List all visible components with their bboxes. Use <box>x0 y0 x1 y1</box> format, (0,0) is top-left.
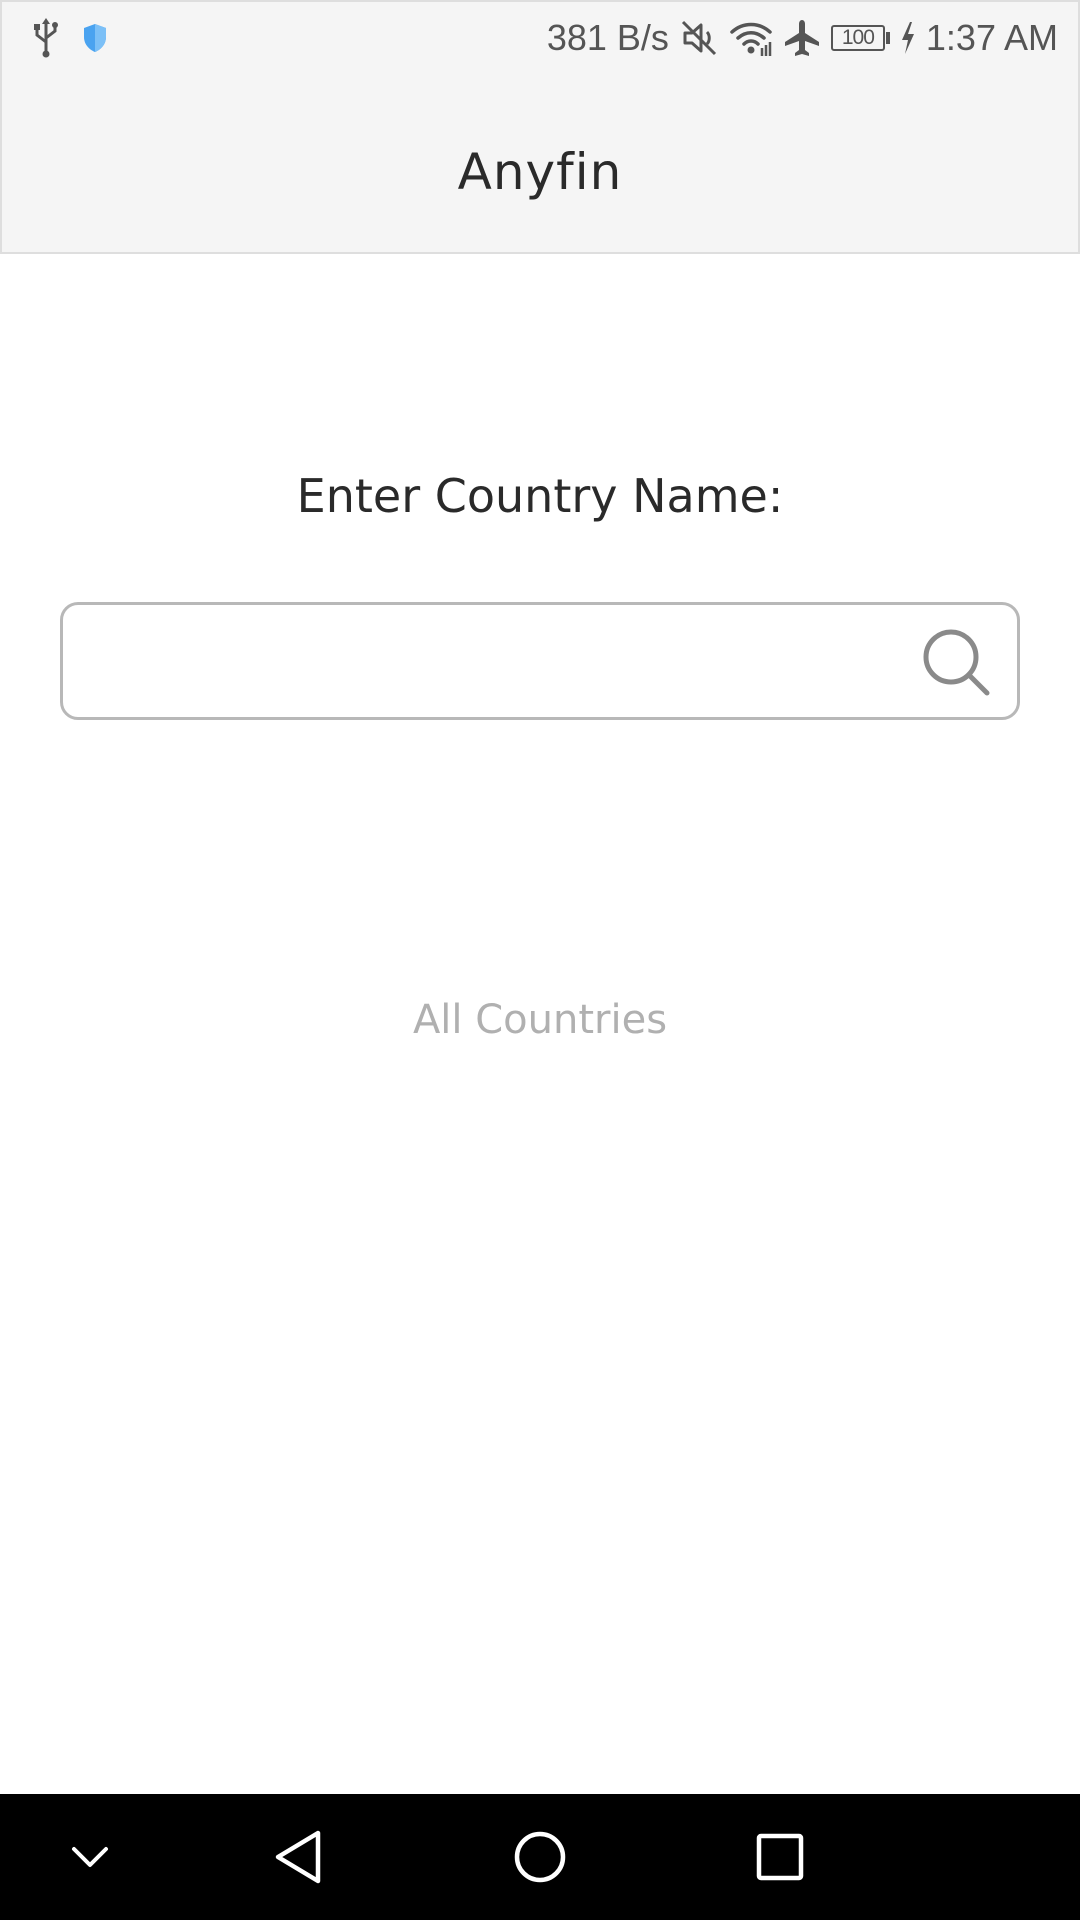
back-button[interactable] <box>264 1821 336 1893</box>
app-screen: 381 B/s 100 1:37 AM Anyfin Enter Country… <box>0 0 1080 1920</box>
recents-icon <box>756 1833 804 1881</box>
wifi-icon <box>729 18 773 58</box>
country-search-box <box>60 602 1020 720</box>
battery-cap <box>885 32 890 44</box>
airplane-icon <box>783 18 821 58</box>
charging-icon <box>900 21 916 55</box>
search-icon[interactable] <box>921 627 993 699</box>
recents-button[interactable] <box>744 1821 816 1893</box>
status-bar: 381 B/s 100 1:37 AM <box>2 2 1078 74</box>
all-countries-link[interactable]: All Countries <box>0 992 1080 1048</box>
back-icon <box>275 1830 321 1884</box>
status-time: 1:37 AM <box>925 17 1058 58</box>
home-icon <box>514 1831 566 1883</box>
network-speed: 381 B/s <box>546 17 669 58</box>
app-title: Anyfin <box>457 143 623 201</box>
collapse-button[interactable] <box>54 1821 126 1893</box>
status-right-icons: 381 B/s 100 1:37 AM <box>547 16 1058 60</box>
status-left-icons <box>32 16 108 60</box>
country-prompt-label: Enter Country Name: <box>296 469 784 523</box>
chevron-down-icon <box>72 1847 108 1867</box>
battery-body: 100 <box>830 25 885 51</box>
battery-icon: 100 <box>830 25 890 51</box>
battery-level: 100 <box>841 26 875 49</box>
navigation-bar <box>0 1794 1080 1920</box>
country-search-input[interactable] <box>87 605 927 717</box>
shield-icon <box>82 23 108 53</box>
home-button[interactable] <box>504 1821 576 1893</box>
top-chrome: 381 B/s 100 1:37 AM Anyfin <box>0 0 1080 254</box>
mute-icon <box>679 18 719 58</box>
usb-icon <box>32 18 60 58</box>
